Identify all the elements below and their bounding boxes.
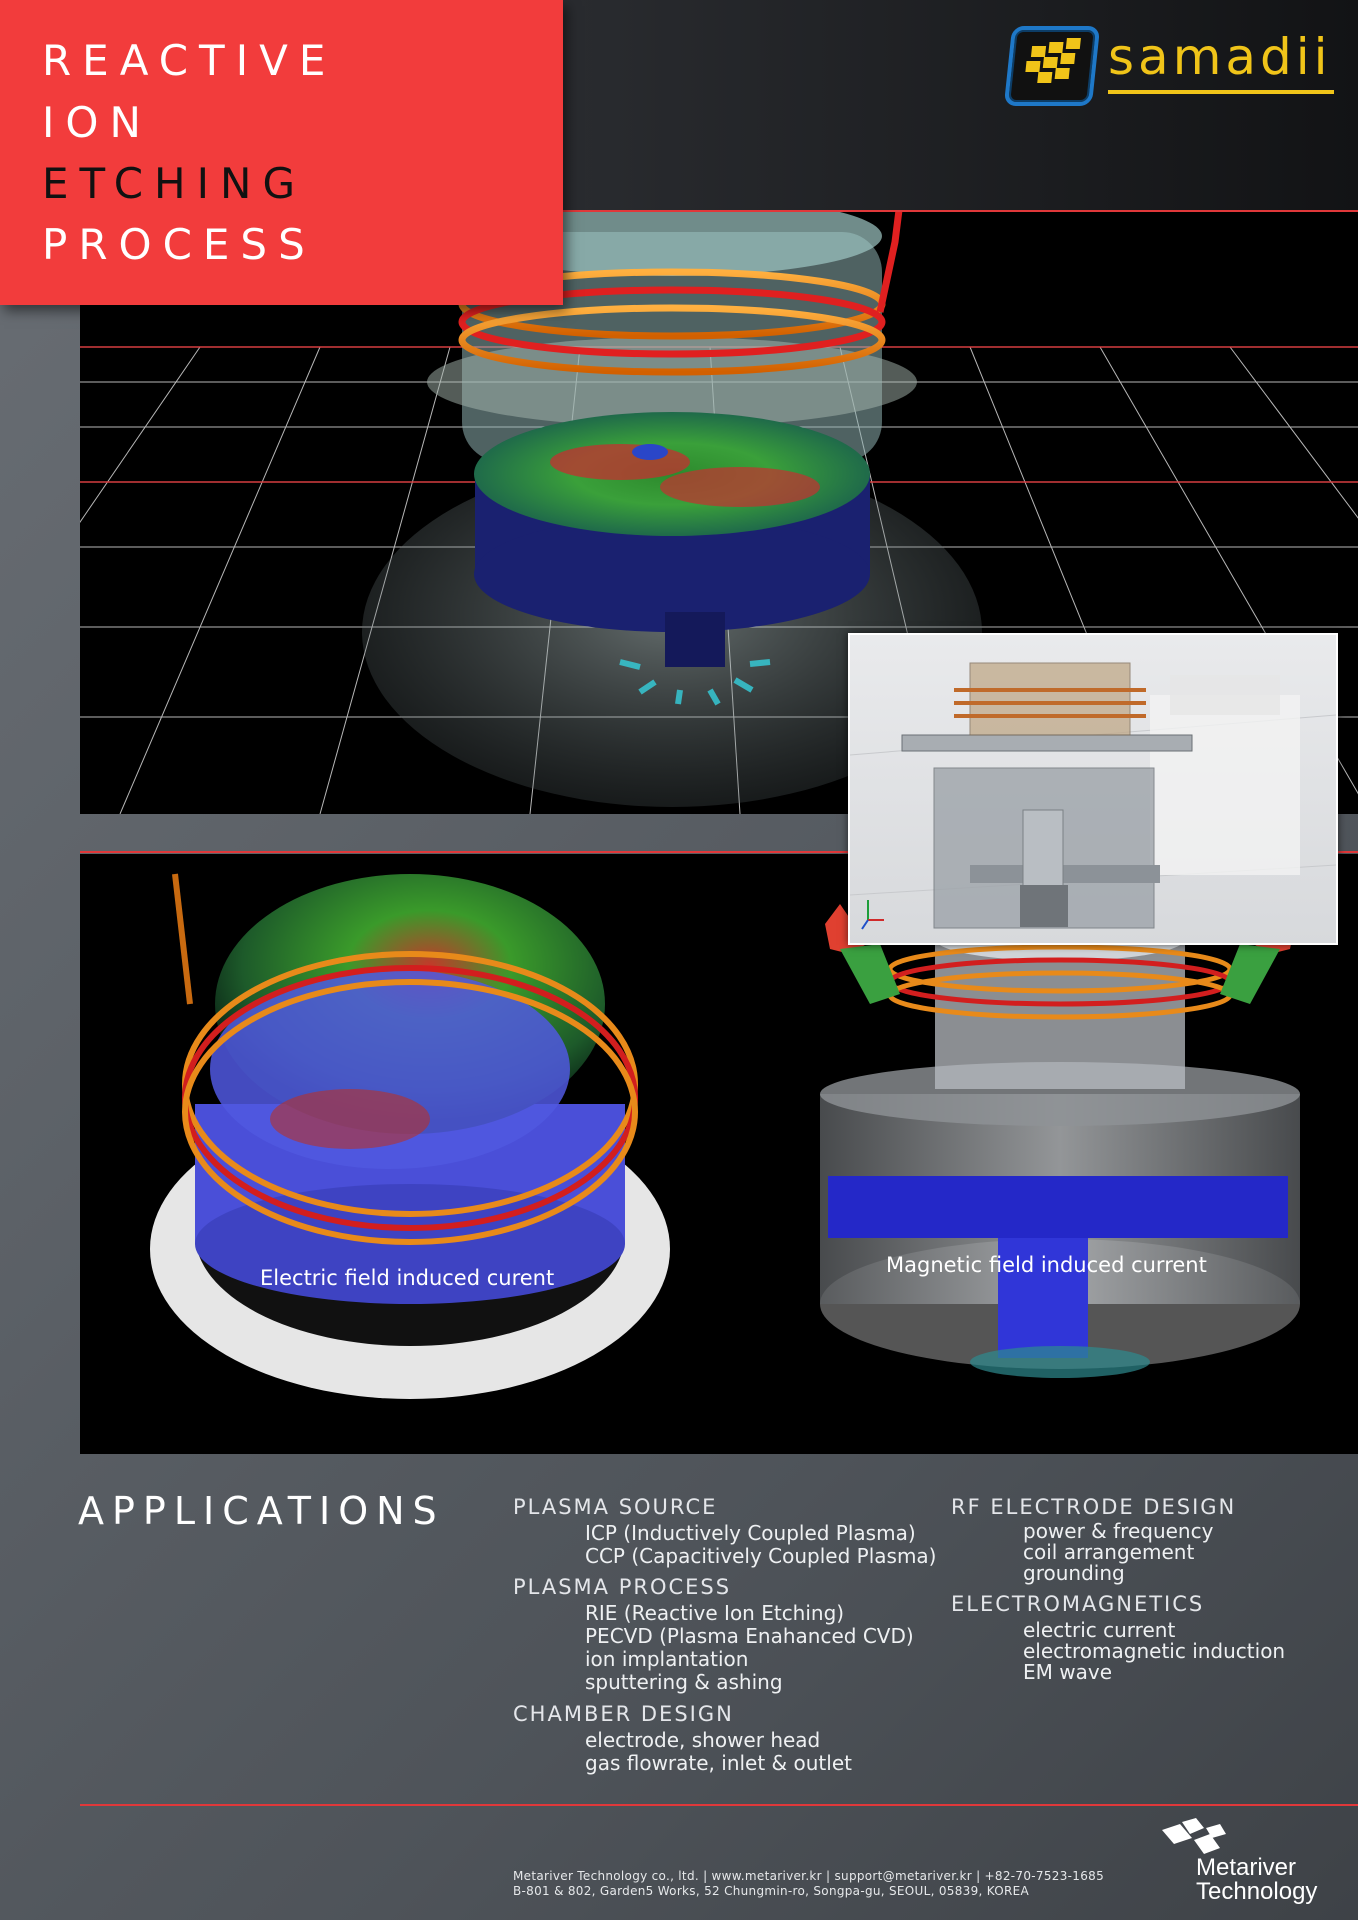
electric-field-caption: Electric field induced curent	[260, 1266, 555, 1290]
footer-contact: Metariver Technology co., ltd. | www.met…	[513, 1869, 1105, 1883]
applications-heading: APPLICATIONS	[78, 1489, 445, 1533]
plasma-source-label: PLASMA SOURCE	[513, 1495, 718, 1519]
list-item: power & frequency	[1023, 1519, 1214, 1543]
list-item: ICP (Inductively Coupled Plasma)	[585, 1521, 916, 1545]
metariver-logo: Metariver Technology	[1150, 1816, 1350, 1906]
title-line-4: PROCESS	[42, 220, 316, 269]
cad-model-inset	[848, 633, 1338, 945]
list-item: PECVD (Plasma Enahanced CVD)	[585, 1624, 914, 1648]
rf-electrode-label: RF ELECTRODE DESIGN	[951, 1495, 1237, 1519]
footer-rule	[80, 1804, 1358, 1806]
list-item: EM wave	[1023, 1660, 1113, 1684]
title-line-2: ION	[42, 98, 152, 147]
chamber-design-label: CHAMBER DESIGN	[513, 1702, 734, 1726]
list-item: coil arrangement	[1023, 1540, 1195, 1564]
plasma-process-label: PLASMA PROCESS	[513, 1575, 732, 1599]
metariver-name: Metariver	[1196, 1854, 1297, 1881]
list-item: grounding	[1023, 1561, 1125, 1585]
samadii-logo-icon	[1003, 26, 1101, 106]
title-box: REACTIVE ION ETCHING PROCESS	[0, 0, 563, 305]
list-item: electric current	[1023, 1618, 1176, 1642]
list-item: gas flowrate, inlet & outlet	[585, 1751, 852, 1775]
list-item: sputtering & ashing	[585, 1670, 783, 1694]
metariver-technology: Technology	[1196, 1878, 1318, 1905]
list-item: CCP (Capacitively Coupled Plasma)	[585, 1544, 937, 1568]
list-item: electromagnetic induction	[1023, 1639, 1286, 1663]
list-item: electrode, shower head	[585, 1728, 821, 1752]
title-line-3: ETCHING	[42, 159, 306, 208]
samadii-logo: samadii	[1003, 22, 1348, 106]
magnetic-field-caption: Magnetic field induced current	[886, 1253, 1207, 1277]
title-line-1: REACTIVE	[42, 36, 337, 85]
samadii-logo-text: samadii	[1108, 28, 1332, 86]
list-item: RIE (Reactive Ion Etching)	[585, 1601, 845, 1625]
electromagnetics-label: ELECTROMAGNETICS	[951, 1592, 1205, 1616]
list-item: ion implantation	[585, 1647, 749, 1671]
footer-address: B-801 & 802, Garden5 Works, 52 Chungmin-…	[513, 1884, 1030, 1898]
samadii-logo-underline	[1108, 90, 1334, 94]
